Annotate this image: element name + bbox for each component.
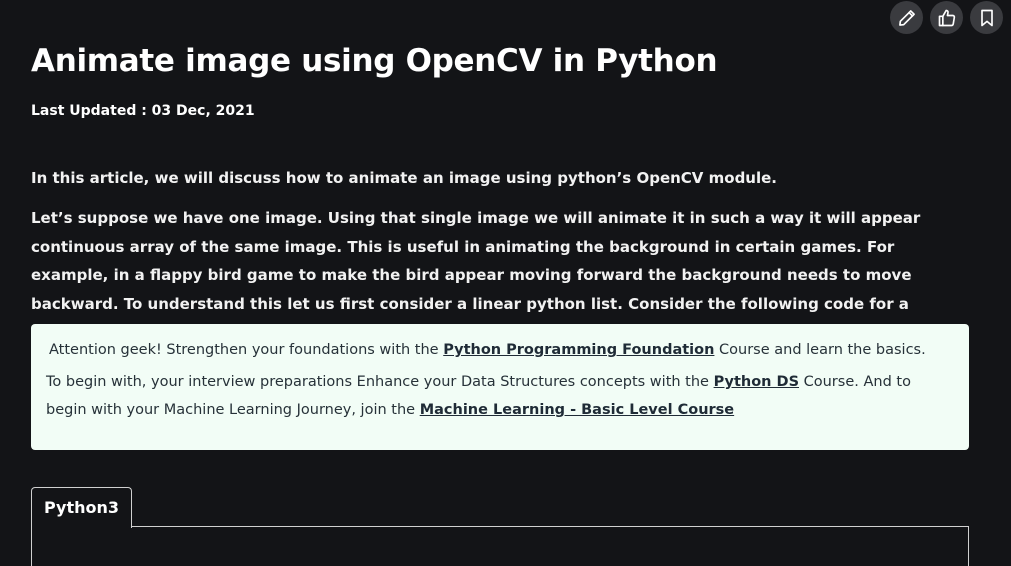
last-updated: Last Updated : 03 Dec, 2021 (31, 103, 255, 119)
article-toolbar (890, 1, 1003, 34)
callout-text: Attention geek! Strengthen your foundati… (49, 342, 444, 358)
thumbs-up-icon (938, 9, 955, 26)
callout-text: To begin with, your interview preparatio… (46, 374, 714, 390)
callout-text: Course and learn the basics. (714, 342, 926, 358)
edit-button[interactable] (890, 1, 923, 34)
page-title: Animate image using OpenCV in Python (31, 43, 718, 79)
pencil-icon (898, 9, 915, 26)
machine-learning-link[interactable]: Machine Learning - Basic Level Course (420, 402, 734, 418)
callout-line-1: Attention geek! Strengthen your foundati… (46, 342, 954, 358)
intro-paragraph: In this article, we will discuss how to … (31, 169, 777, 187)
python-ds-link[interactable]: Python DS (714, 374, 799, 390)
python-foundation-link[interactable]: Python Programming Foundation (443, 342, 714, 358)
bookmark-button[interactable] (970, 1, 1003, 34)
code-panel (31, 526, 969, 566)
callout-line-2: To begin with, your interview preparatio… (46, 368, 954, 424)
bookmark-icon (980, 9, 993, 26)
like-button[interactable] (930, 1, 963, 34)
course-callout: Attention geek! Strengthen your foundati… (31, 324, 969, 450)
tab-python3[interactable]: Python3 (31, 487, 133, 528)
